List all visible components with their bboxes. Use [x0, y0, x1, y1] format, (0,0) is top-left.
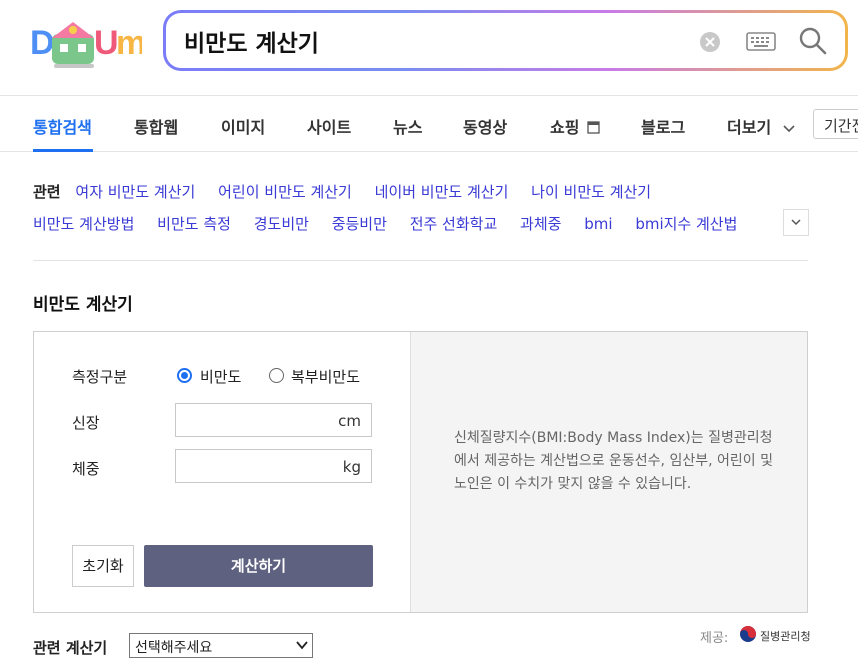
header: D U m: [0, 0, 858, 96]
clear-icon[interactable]: [699, 31, 721, 53]
provider-label: 제공:: [700, 631, 729, 646]
svg-text:U: U: [94, 24, 119, 62]
tab-blog[interactable]: 블로그: [641, 114, 685, 138]
related-link[interactable]: 전주 선화학교: [410, 215, 498, 233]
tab-more[interactable]: 더보기: [727, 114, 795, 138]
svg-text:m: m: [116, 24, 142, 62]
tab-integrated-web[interactable]: 통합웹: [134, 114, 178, 138]
weight-label: 체중: [72, 460, 100, 478]
tab-news[interactable]: 뉴스: [393, 114, 422, 138]
search-tabs: 통합검색 통합웹 이미지 사이트 뉴스 동영상 쇼핑 블로그 더보기 기간전: [0, 96, 858, 152]
related-row-1: 관련 여자 비만도 계산기 어린이 비만도 계산기 네이버 비만도 계산기 나이…: [33, 181, 669, 202]
search-icon[interactable]: [798, 26, 828, 56]
radio-abdominal-label[interactable]: 복부비만도: [291, 366, 360, 387]
chevron-down-icon: [296, 641, 308, 650]
height-input[interactable]: cm: [175, 403, 372, 437]
related-link[interactable]: bmi지수 계산법: [635, 215, 737, 233]
related-link[interactable]: 비만도 계산방법: [33, 215, 134, 233]
chevron-down-icon: [783, 125, 795, 133]
related-link[interactable]: 나이 비만도 계산기: [531, 183, 651, 201]
keyboard-icon[interactable]: [746, 31, 776, 53]
bmi-calculator: 측정구분 비만도 복부비만도 신장 cm 체중 kg 초기화 계산하기 신체질량…: [33, 331, 808, 613]
measure-type-label: 측정구분: [72, 368, 128, 386]
calculator-info-panel: 신체질량지수(BMI:Body Mass Index)는 질병관리청에서 제공하…: [410, 332, 807, 612]
search-input[interactable]: [184, 22, 664, 60]
related-link[interactable]: 여자 비만도 계산기: [75, 183, 195, 201]
period-button[interactable]: 기간전: [813, 109, 858, 139]
search-box: [163, 10, 848, 71]
select-value: 선택해주세요: [135, 640, 213, 656]
bmi-description: 신체질량지수(BMI:Body Mass Index)는 질병관리청에서 제공하…: [454, 430, 773, 492]
related-link[interactable]: 네이버 비만도 계산기: [375, 183, 509, 201]
tab-shopping[interactable]: 쇼핑: [550, 114, 600, 138]
related-row-2: 비만도 계산방법 비만도 측정 경도비만 중등비만 전주 선화학교 과체중 bm…: [33, 213, 778, 234]
related-title: 관련: [33, 183, 61, 201]
tab-images[interactable]: 이미지: [221, 114, 265, 138]
provider-name[interactable]: 질병관리청: [760, 628, 811, 644]
related-link[interactable]: 중등비만: [332, 215, 387, 233]
related-expand-button[interactable]: [783, 209, 809, 236]
tab-integrated-search[interactable]: 통합검색: [33, 114, 92, 138]
divider: [33, 260, 808, 261]
tab-sites[interactable]: 사이트: [307, 114, 351, 138]
active-tab-indicator: [33, 149, 93, 152]
related-link[interactable]: 경도비만: [254, 215, 309, 233]
related-link[interactable]: 비만도 측정: [157, 215, 231, 233]
weight-unit: kg: [342, 458, 361, 476]
daum-logo[interactable]: D U m: [30, 18, 146, 72]
related-link[interactable]: 과체중: [520, 215, 561, 233]
svg-text:D: D: [30, 24, 55, 62]
radio-bmi-label[interactable]: 비만도: [200, 366, 241, 387]
tab-videos[interactable]: 동영상: [463, 114, 507, 138]
section-title: 비만도 계산기: [33, 295, 133, 315]
radio-abdominal[interactable]: [269, 368, 284, 383]
weight-input[interactable]: kg: [175, 449, 372, 483]
calculate-button[interactable]: 계산하기: [144, 545, 373, 587]
reset-button[interactable]: 초기화: [72, 545, 134, 587]
height-unit: cm: [338, 412, 361, 430]
related-link[interactable]: bmi: [584, 215, 612, 233]
external-window-icon: [587, 121, 600, 134]
kdca-logo-icon: [739, 625, 757, 643]
height-label: 신장: [72, 414, 100, 432]
tab-shopping-label: 쇼핑: [550, 118, 580, 137]
related-calculator-label: 관련 계산기: [33, 639, 108, 657]
related-calculator-select[interactable]: 선택해주세요: [129, 633, 313, 658]
radio-bmi[interactable]: [177, 368, 192, 383]
related-link[interactable]: 어린이 비만도 계산기: [218, 183, 352, 201]
chevron-down-icon: [791, 219, 801, 226]
tab-more-label: 더보기: [727, 118, 772, 137]
calculator-form: 측정구분 비만도 복부비만도 신장 cm 체중 kg 초기화 계산하기: [34, 332, 410, 612]
